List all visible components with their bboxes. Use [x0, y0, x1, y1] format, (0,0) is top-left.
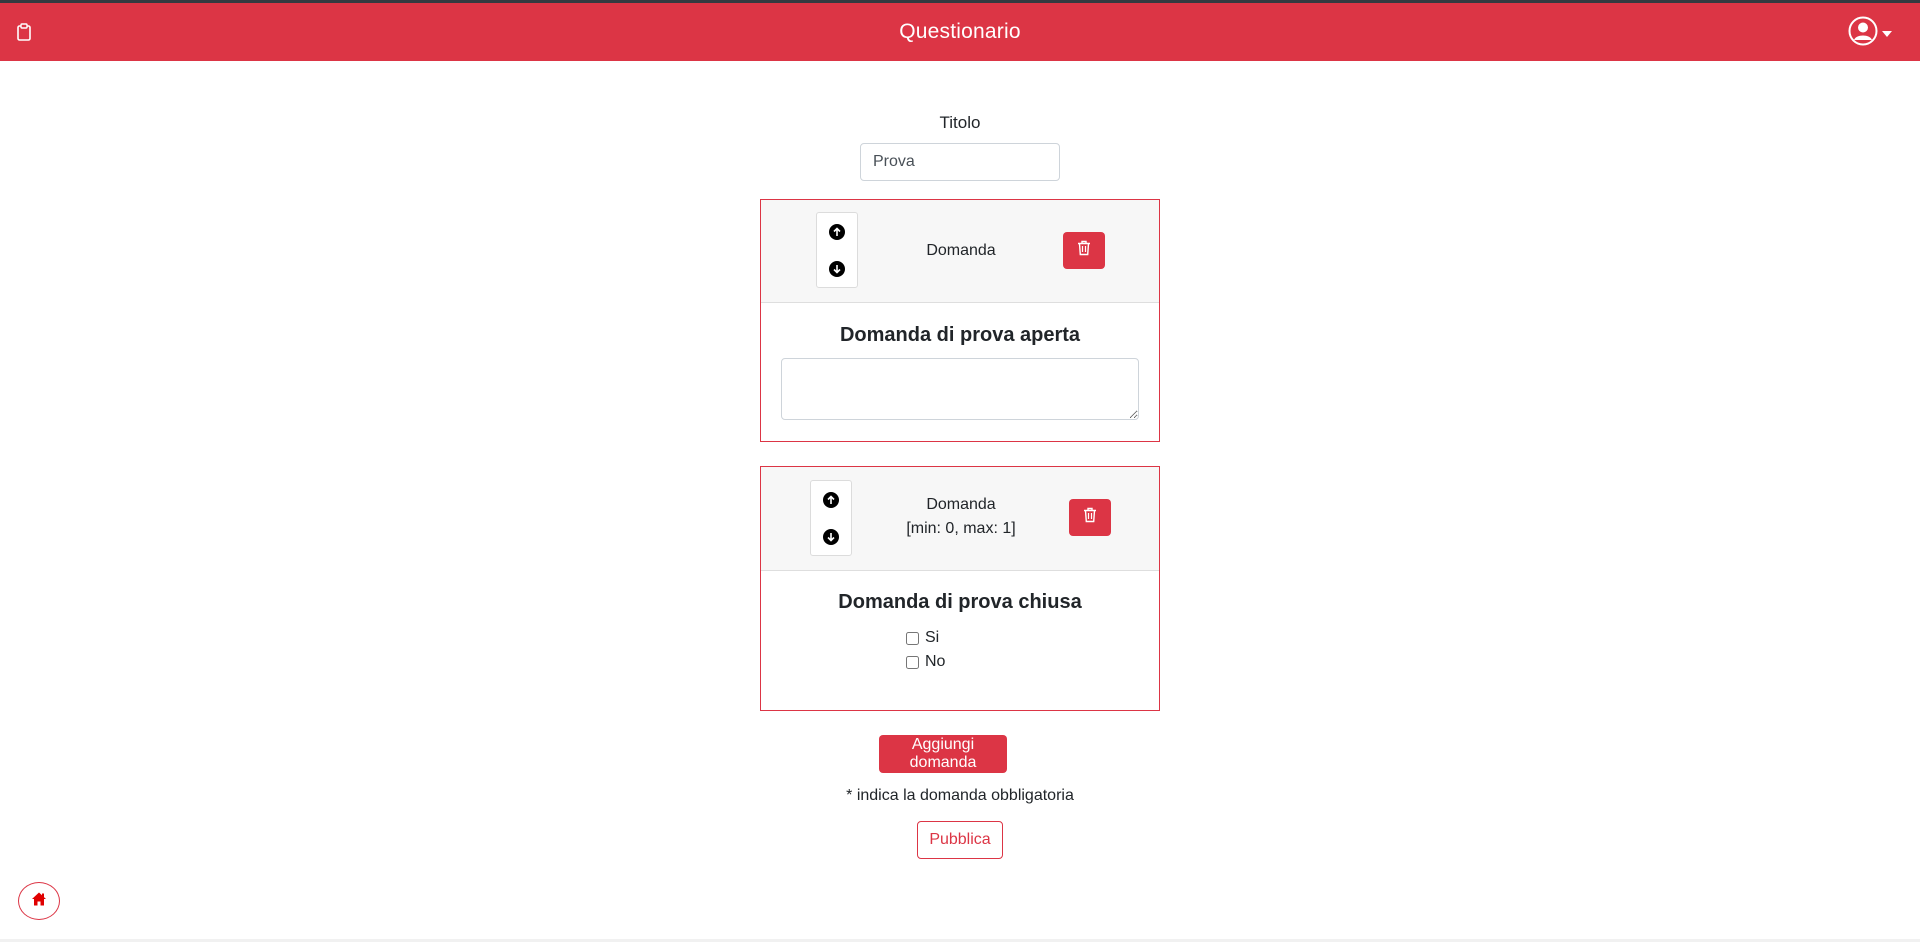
user-circle-icon	[1848, 16, 1878, 51]
trash-icon	[1077, 240, 1091, 261]
question-card-header: Domanda	[761, 200, 1159, 303]
question-card: Domanda [min: 0, max: 1] Domanda di prov…	[760, 466, 1160, 711]
title-input[interactable]	[860, 143, 1060, 181]
option-label: No	[925, 653, 946, 670]
add-question-button[interactable]: Aggiungi domanda	[879, 735, 1007, 773]
delete-question-button[interactable]	[1063, 232, 1105, 269]
chevron-down-icon	[1882, 30, 1892, 37]
app-title: Questionario	[899, 20, 1021, 43]
clipboard-icon[interactable]	[16, 23, 32, 41]
question-card-header: Domanda [min: 0, max: 1]	[761, 467, 1159, 571]
move-up-icon[interactable]	[829, 223, 845, 240]
home-button[interactable]	[18, 882, 60, 920]
option-no[interactable]: No	[906, 653, 945, 671]
question-card: Domanda Domanda di prova aperta	[760, 199, 1160, 442]
option-si[interactable]: Si	[906, 629, 939, 647]
option-checkbox[interactable]	[906, 631, 919, 645]
title-label: Titolo	[939, 113, 981, 132]
option-checkbox[interactable]	[906, 655, 919, 669]
option-label: Si	[925, 629, 940, 646]
question-title: Domanda di prova aperta	[839, 324, 1081, 346]
user-menu-dropdown[interactable]	[1848, 16, 1892, 51]
navbar: Questionario	[0, 3, 1920, 61]
home-icon	[31, 891, 47, 912]
required-note: * indica la domanda obbligatoria	[846, 787, 1074, 804]
publish-button[interactable]: Pubblica	[917, 821, 1003, 859]
question-title: Domanda di prova chiusa	[838, 591, 1082, 613]
answer-textarea[interactable]	[781, 358, 1139, 420]
trash-icon	[1083, 507, 1097, 528]
delete-question-button[interactable]	[1069, 499, 1111, 536]
